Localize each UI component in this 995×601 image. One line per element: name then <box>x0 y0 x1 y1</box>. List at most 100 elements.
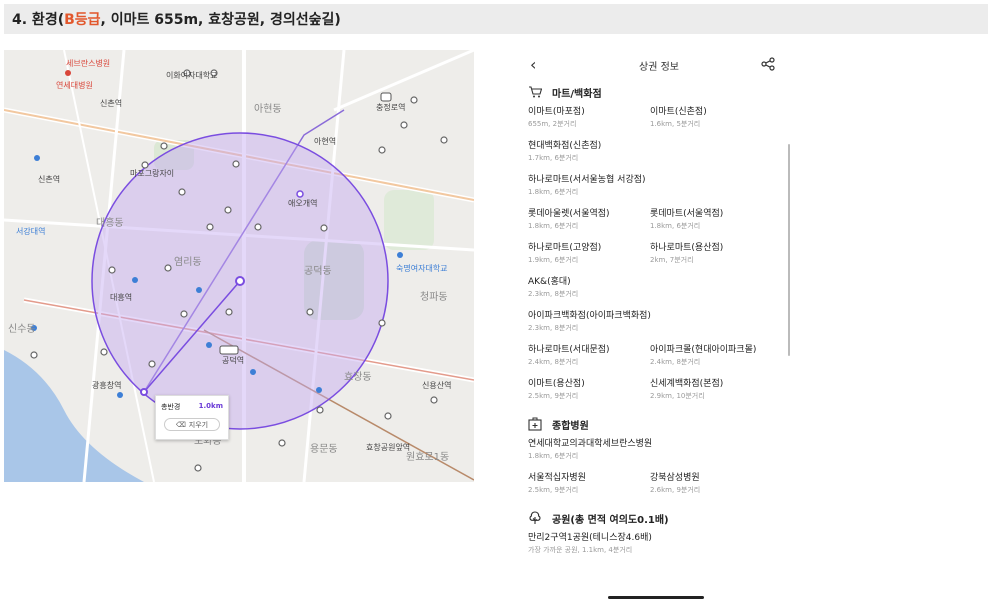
item-distance: 2.6km, 9분거리 <box>650 486 701 494</box>
item-name: 서울적십자병원 <box>528 473 586 483</box>
item-name: 아이파크몰(현대아이파크몰) <box>650 345 757 355</box>
map-label-hospital: 세브란스병원 <box>66 59 111 68</box>
list-item[interactable]: 하나로마트(서대문점) 2.4km, 8분거리 <box>528 338 650 372</box>
map-label-yongmun: 용문동 <box>310 444 338 455</box>
grade-badge: B등급 <box>64 12 101 28</box>
list-item[interactable]: 하나로마트(용산점) 2km, 7분거리 <box>650 236 790 270</box>
radius-popup: 총반경 1.0km ⌫ 지우기 <box>155 395 229 440</box>
item-name: 이마트(마포점) <box>528 107 585 117</box>
section-heading: 공원(총 면적 여의도0.1배) <box>528 510 790 526</box>
panel-topbar: ‹ 상권 정보 <box>528 52 790 78</box>
panel-title: 상권 정보 <box>639 62 679 73</box>
item-distance: 2.5km, 9분거리 <box>528 486 579 494</box>
item-name: 연세대학교의과대학세브란스병원 <box>528 439 653 449</box>
section-title: 종합병원 <box>552 420 589 432</box>
item-distance: 1.8km, 6분거리 <box>528 188 579 196</box>
item-distance: 2km, 7분거리 <box>650 256 694 264</box>
map-label-aeogae-st: 애오개역 <box>288 199 318 208</box>
list-item[interactable]: 현대백화점(신촌점) 1.7km, 6분거리 <box>528 134 790 168</box>
section-items: 이마트(마포점) 655m, 2분거리 이마트(신촌점) 1.6km, 5분거리 현대백… <box>528 100 790 406</box>
item-name: 만리2구역1공원(테니스장4.6배) <box>528 533 652 543</box>
list-item[interactable]: 아이파크몰(현대아이파크몰) 2.4km, 8분거리 <box>650 338 790 372</box>
item-distance: 2.3km, 8분거리 <box>528 290 579 298</box>
section-header: 4. 환경(B등급, 이마트 655m, 효창공원, 경의선숲길) <box>4 4 988 34</box>
list-item[interactable]: 롯데마트(서울역점) 1.8km, 6분거리 <box>650 202 790 236</box>
map-label-sinyongsan: 신용산역 <box>422 381 452 390</box>
item-name: 강북삼성병원 <box>650 473 700 483</box>
item-distance: 1.8km, 6분거리 <box>650 222 701 230</box>
section-title: 공원(총 면적 여의도0.1배) <box>552 514 669 526</box>
item-distance: 2.4km, 8분거리 <box>650 358 701 366</box>
map-label-daeheung-st: 대흥역 <box>110 293 133 302</box>
list-item[interactable]: 강북삼성병원 2.6km, 9분거리 <box>650 466 790 500</box>
header-prefix: 4. 환경( <box>12 12 65 28</box>
item-name: 롯데아울렛(서울역점) <box>528 209 610 219</box>
list-item[interactable]: 이마트(용산점) 2.5km, 9분거리 <box>528 372 650 406</box>
item-name: 하나로마트(고양점) <box>528 243 602 253</box>
share-icon[interactable] <box>761 56 775 75</box>
park-icon <box>528 511 547 525</box>
item-name: 신세계백화점(본점) <box>650 379 724 389</box>
item-name: 하나로마트(서대문점) <box>528 345 610 355</box>
map-label-daeheung: 대흥동 <box>96 218 124 229</box>
item-distance: 2.5km, 9분거리 <box>528 392 579 400</box>
item-name: 현대백화점(신촌점) <box>528 141 602 151</box>
list-item[interactable]: 하나로마트(고양점) 1.9km, 6분거리 <box>528 236 650 270</box>
item-distance: 2.4km, 8분거리 <box>528 358 579 366</box>
erase-button[interactable]: ⌫ 지우기 <box>164 418 220 431</box>
map-label-cheongpa: 청파동 <box>420 292 448 303</box>
item-distance: 2.3km, 8분거리 <box>528 324 579 332</box>
item-name: 롯데마트(서울역점) <box>650 209 724 219</box>
map-label-gongdeok-st: 공덕역 <box>222 356 245 365</box>
map-label-gwangheungchang: 광흥창역 <box>92 381 122 390</box>
item-distance: 1.7km, 6분거리 <box>528 154 579 162</box>
map-label-sinchon-st: 신촌역 <box>100 99 123 108</box>
map-label-yeomni: 염리동 <box>174 257 202 268</box>
map-label-hospital2: 연세대병원 <box>56 81 93 90</box>
page-root: 4. 환경(B등급, 이마트 655m, 효창공원, 경의선숲길) 세브란스병… <box>0 0 995 601</box>
list-item[interactable]: 아이파크백화점(아이파크백화점) 2.3km, 8분거리 <box>528 304 790 338</box>
item-name: 하나로마트(용산점) <box>650 243 724 253</box>
center-marker <box>235 276 245 286</box>
item-distance: 1.8km, 6분거리 <box>528 452 579 460</box>
panel-scrollbar[interactable] <box>788 144 790 356</box>
radius-value: 1.0km <box>198 402 223 410</box>
item-distance: 1.8km, 6분거리 <box>528 222 579 230</box>
eraser-icon: ⌫ <box>175 420 186 429</box>
item-distance: 가장 가까운 공원, 1.1km, 4분거리 <box>528 546 633 554</box>
item-name: 이마트(용산점) <box>528 379 585 389</box>
section-items: 만리2구역1공원(테니스장4.6배) 가장 가까운 공원, 1.1km, 4분거리 <box>528 526 790 560</box>
list-item[interactable]: 만리2구역1공원(테니스장4.6배) 가장 가까운 공원, 1.1km, 4분거리 <box>528 526 790 560</box>
list-item[interactable]: 이마트(마포점) 655m, 2분거리 <box>528 100 650 134</box>
section-items: 연세대학교의과대학세브란스병원 1.8km, 6분거리서울적십자병원 2.5km, … <box>528 432 790 500</box>
header-suffix: , 이마트 655m, 효창공원, 경의선숲길) <box>100 12 341 28</box>
home-indicator <box>608 596 704 599</box>
map-label-ahyeondong: 아현동 <box>254 104 282 115</box>
map-label-ewha: 이화여자대학교 <box>166 71 218 80</box>
cart-icon <box>528 86 547 98</box>
map-view[interactable]: 세브란스병원 연세대병원 이화여자대학교 신촌역 신촌역 마포그랑자이 아현역 … <box>4 50 474 482</box>
map-label-sinsu: 신수동 <box>8 324 36 335</box>
store-info-panel: ‹ 상권 정보 마트/백화점 이마트(마포점) 655m, 2분거리 이마트(신촌점)… <box>528 52 790 601</box>
item-name: AK&(홍대) <box>528 277 571 287</box>
list-item[interactable]: 신세계백화점(본점) 2.9km, 10분거리 <box>650 372 790 406</box>
list-item[interactable]: 하나로마트(서서울농협 서강점) 1.8km, 6분거리 <box>528 168 790 202</box>
list-item[interactable]: 서울적십자병원 2.5km, 9분거리 <box>528 466 650 500</box>
map-label-sinchon-st2: 신촌역 <box>38 175 61 184</box>
section-heading: 마트/백화점 <box>528 84 790 100</box>
hospital-icon <box>528 417 547 431</box>
section-heading: 종합병원 <box>528 416 790 432</box>
map-label-sookmyung: 숙명여자대학교 <box>396 264 448 273</box>
erase-label: 지우기 <box>188 420 209 429</box>
list-item[interactable]: AK&(홍대) 2.3km, 8분거리 <box>528 270 790 304</box>
list-item[interactable]: 연세대학교의과대학세브란스병원 1.8km, 6분거리 <box>528 432 790 466</box>
item-distance: 2.9km, 10분거리 <box>650 392 705 400</box>
panel-sections: 마트/백화점 이마트(마포점) 655m, 2분거리 이마트(신촌점) 1.6km, 5… <box>528 84 790 564</box>
map-label-ahyeon-st: 아현역 <box>314 137 337 146</box>
map-label-sogang: 서강대역 <box>16 227 46 236</box>
list-item[interactable]: 롯데아울렛(서울역점) 1.8km, 6분거리 <box>528 202 650 236</box>
map-label-gongdeok: 공덕동 <box>304 266 332 277</box>
list-item[interactable]: 이마트(신촌점) 1.6km, 5분거리 <box>650 100 790 134</box>
radius-label: 총반경 <box>161 403 181 411</box>
section-title: 마트/백화점 <box>552 88 602 100</box>
